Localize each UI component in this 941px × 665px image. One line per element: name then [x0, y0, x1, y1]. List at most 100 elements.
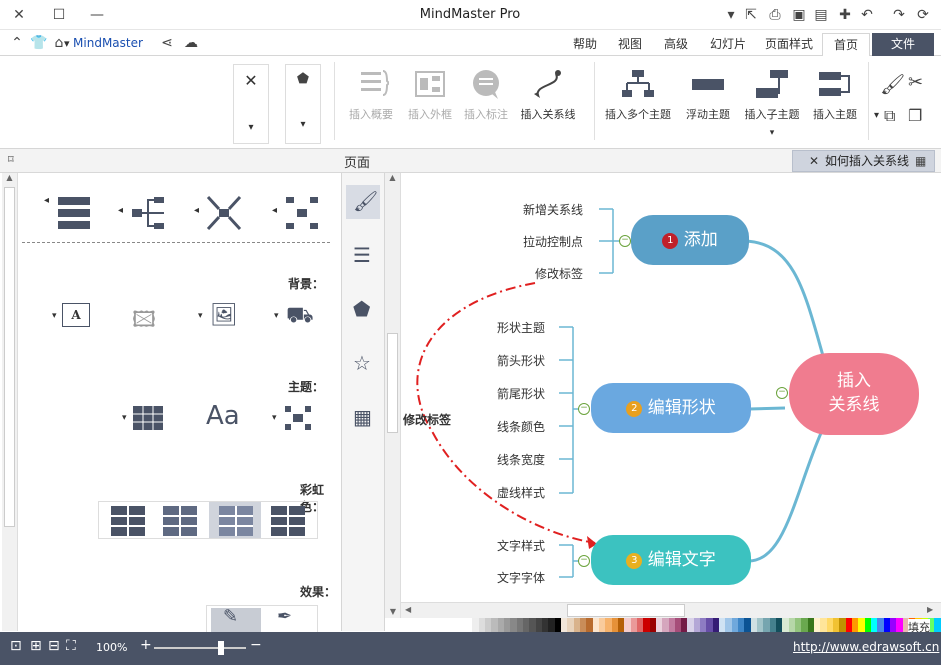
floating-topic-button[interactable]: 浮动主题	[680, 64, 736, 138]
chevron-down-icon[interactable]: ▾	[272, 413, 277, 423]
picture-icon[interactable]: 🖼	[210, 303, 238, 328]
text-background-icon[interactable]: A	[62, 303, 90, 327]
collapse-toggle[interactable]: −	[578, 555, 590, 567]
vertical-scrollbar[interactable]: ▲ ▼	[385, 173, 401, 618]
clipart-icon[interactable]: ⬟	[353, 297, 370, 321]
copy-icon[interactable]: ❐	[908, 106, 922, 125]
chevron-down-icon[interactable]: ◂	[272, 205, 277, 216]
chevron-down-icon[interactable]: ◂	[118, 205, 123, 216]
horizontal-scrollbar[interactable]: ◀ ▶	[401, 602, 941, 618]
panel-scrollbar[interactable]: ▲	[2, 173, 18, 631]
calendar-icon[interactable]: ▦	[353, 405, 372, 429]
fullscreen-icon[interactable]: ⛶	[66, 638, 76, 654]
tree-layout-icon[interactable]	[130, 195, 166, 231]
scroll-up-icon[interactable]: ▲	[385, 173, 400, 182]
brush-icon[interactable]: 🖌	[880, 72, 905, 96]
branch-topic-1[interactable]: 1 添加	[631, 215, 749, 265]
zoom-slider[interactable]	[154, 647, 246, 649]
fit-width-icon[interactable]: ⊞	[30, 638, 42, 654]
theme-font-icon[interactable]: Aa	[206, 401, 240, 431]
insert-summary-button[interactable]: 插入概要	[342, 64, 400, 138]
scroll-thumb[interactable]	[4, 187, 15, 527]
brand-dropdown[interactable]: ▾ MindMaster	[64, 36, 143, 50]
print-icon[interactable]: ⎙	[766, 6, 784, 24]
theme-table-icon[interactable]	[132, 405, 164, 431]
new-icon[interactable]: ✚	[836, 6, 854, 24]
insert-subtopic-button[interactable]: 插入子主题 ▾	[740, 64, 804, 138]
collapse-icon[interactable]: ⌃	[8, 34, 26, 52]
pin-icon[interactable]: ⌑	[8, 153, 14, 166]
list-layout-icon[interactable]	[56, 195, 92, 231]
minimize-icon[interactable]: —	[88, 6, 106, 24]
chevron-down-icon[interactable]: ▾	[874, 110, 879, 121]
leaf-topic[interactable]: 拉动控制点	[523, 233, 583, 250]
image-icon[interactable]: 🖾	[132, 303, 156, 341]
scroll-left-icon[interactable]: ◀	[405, 605, 411, 614]
insert-boundary-button[interactable]: 插入外框	[402, 64, 458, 138]
leaf-topic[interactable]: 形状主题	[497, 319, 545, 336]
share-icon[interactable]: ⋖	[158, 34, 176, 52]
close-icon[interactable]: ✕	[10, 6, 28, 24]
brush-icon[interactable]: 🖌	[353, 189, 378, 213]
tab-slides[interactable]: 幻灯片	[700, 33, 756, 56]
branch-topic-3[interactable]: 3 编辑文字	[591, 535, 751, 585]
tab-home[interactable]: 首页	[822, 33, 870, 56]
theme-layout-icon[interactable]	[284, 405, 312, 431]
chevron-down-icon[interactable]: ▾	[198, 311, 203, 321]
collapse-toggle[interactable]: −	[578, 403, 590, 415]
leaf-topic[interactable]: 新增关系线	[523, 201, 583, 218]
scroll-thumb[interactable]	[567, 604, 685, 617]
rainbow-option-2[interactable]	[163, 506, 197, 536]
dropdown-icon[interactable]: ▾	[722, 6, 740, 24]
zoom-slider-handle[interactable]	[218, 641, 224, 655]
fill-bucket-icon[interactable]: ⛟	[286, 303, 314, 331]
layout-icon[interactable]: ✕	[234, 71, 268, 90]
scroll-down-icon[interactable]: ▼	[385, 607, 401, 616]
export-icon[interactable]: ⇱	[742, 6, 760, 24]
branch-topic-2[interactable]: 2 编辑形状	[591, 383, 751, 433]
collapse-toggle[interactable]: −	[776, 387, 788, 399]
zoom-in-icon[interactable]: +	[140, 637, 152, 653]
chevron-down-icon[interactable]: ▾	[286, 119, 320, 130]
grid-icon[interactable]: ⊟	[48, 638, 60, 654]
insert-callout-button[interactable]: 插入标注	[458, 64, 514, 138]
mindmap-layout-icon[interactable]	[206, 195, 242, 231]
rainbow-option-1[interactable]	[111, 506, 145, 536]
leaf-topic[interactable]: 线条颜色	[497, 418, 545, 435]
paste-icon[interactable]: ⧉	[884, 106, 895, 126]
insert-topic-button[interactable]: 插入主题	[806, 64, 864, 138]
rainbow-option-4[interactable]	[271, 506, 305, 536]
cloud-icon[interactable]: ☁	[182, 34, 200, 52]
chevron-down-icon[interactable]: ▾	[740, 128, 804, 138]
scroll-up-icon[interactable]: ▲	[2, 173, 17, 182]
relation-label[interactable]: 修改标签	[403, 411, 451, 428]
rainbow-option-3[interactable]	[219, 506, 253, 536]
root-topic[interactable]: 插入 关系线	[789, 353, 919, 435]
leaf-topic[interactable]: 文字字体	[497, 569, 545, 586]
chevron-down-icon[interactable]: ▾	[122, 413, 127, 423]
document-tab[interactable]: ✕ 如何插入关系线 ▦	[792, 150, 935, 172]
leaf-topic[interactable]: 虚线样式	[497, 484, 545, 501]
color-swatch[interactable]	[934, 618, 941, 632]
fit-page-icon[interactable]: ⊡	[10, 638, 22, 654]
insert-multiple-button[interactable]: 插入多个主题	[600, 64, 676, 138]
leaf-topic[interactable]: 文字样式	[497, 537, 545, 554]
tab-file[interactable]: 文件	[872, 33, 934, 56]
tab-page-style[interactable]: 页面样式	[758, 33, 820, 56]
save-icon[interactable]: ▣	[790, 6, 808, 24]
scroll-thumb[interactable]	[387, 333, 398, 433]
tab-view[interactable]: 视图	[608, 33, 652, 56]
website-link[interactable]: http://www.edrawsoft.cn	[793, 640, 939, 654]
tab-help[interactable]: 帮助	[563, 33, 607, 56]
shirt-icon[interactable]: 👕	[30, 34, 48, 52]
insert-relation-button[interactable]: 插入关系线	[514, 64, 582, 138]
pen-icon[interactable]: ✎	[223, 606, 238, 627]
bracket-layout-icon[interactable]	[284, 195, 320, 231]
leaf-topic[interactable]: 修改标签	[535, 265, 583, 282]
tab-advanced[interactable]: 高级	[654, 33, 698, 56]
redo-icon[interactable]: ↷	[890, 6, 908, 24]
chevron-down-icon[interactable]: ◂	[194, 205, 199, 216]
leaf-topic[interactable]: 箭尾形状	[497, 385, 545, 402]
chevron-down-icon[interactable]: ▾	[52, 311, 57, 321]
fountain-pen-icon[interactable]: ✒	[277, 606, 292, 627]
